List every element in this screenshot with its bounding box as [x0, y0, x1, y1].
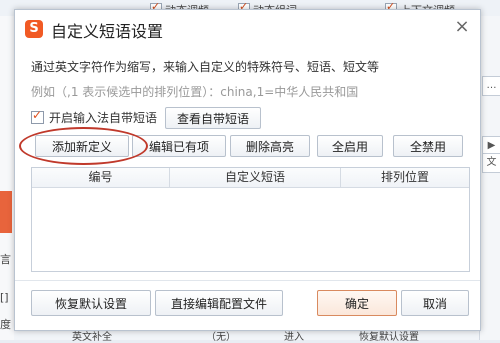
- bg-mini-button[interactable]: …: [482, 76, 500, 96]
- dialog-titlebar: S 自定义短语设置 ×: [15, 10, 480, 44]
- view-builtin-button[interactable]: 查看自带短语: [165, 107, 261, 129]
- restore-defaults-button[interactable]: 恢复默认设置: [31, 290, 151, 316]
- builtin-phrase-label: 开启输入法自带短语: [49, 111, 158, 125]
- table-header: 编号 自定义短语 排列位置: [32, 168, 469, 188]
- bg-orange-tab[interactable]: [0, 191, 12, 233]
- sogou-logo-icon: S: [25, 20, 43, 38]
- disable-all-button[interactable]: 全禁用: [393, 135, 463, 157]
- bg-left-text: []: [0, 291, 9, 304]
- phrase-table[interactable]: 编号 自定义短语 排列位置: [31, 167, 470, 272]
- edit-item-button[interactable]: 编辑已有项: [132, 135, 226, 157]
- custom-phrase-dialog: S 自定义短语设置 × 通过英文字符作为缩写，来输入自定义的特殊符号、短语、短文…: [14, 9, 481, 331]
- bg-left-text: 言: [0, 253, 11, 266]
- bg-mini-button[interactable]: 文: [482, 153, 500, 173]
- column-header-id[interactable]: 编号: [32, 168, 170, 187]
- add-definition-button[interactable]: 添加新定义: [35, 135, 129, 157]
- builtin-phrase-checkbox[interactable]: [31, 108, 44, 124]
- edit-config-file-button[interactable]: 直接编辑配置文件: [155, 290, 283, 316]
- delete-highlight-button[interactable]: 删除高亮: [230, 135, 310, 157]
- enable-all-button[interactable]: 全启用: [317, 135, 383, 157]
- background-left-panel: 言 [] 度: [0, 16, 14, 340]
- description-text: 通过英文字符作为缩写，来输入自定义的特殊符号、短语、短文等: [31, 60, 380, 74]
- column-header-phrase[interactable]: 自定义短语: [170, 168, 341, 187]
- footer-divider: [15, 280, 480, 281]
- dialog-title: 自定义短语设置: [51, 22, 164, 41]
- bg-left-text: 度: [0, 318, 11, 331]
- ok-button[interactable]: 确定: [317, 290, 397, 316]
- cancel-button[interactable]: 取消: [401, 290, 469, 316]
- close-icon[interactable]: ×: [452, 16, 472, 37]
- example-text: 例如（,1 表示候选中的排列位置）：china,1=中华人民共和国: [31, 85, 359, 99]
- background-right-panel: … ▶ 文: [479, 16, 500, 340]
- column-header-position[interactable]: 排列位置: [341, 168, 469, 187]
